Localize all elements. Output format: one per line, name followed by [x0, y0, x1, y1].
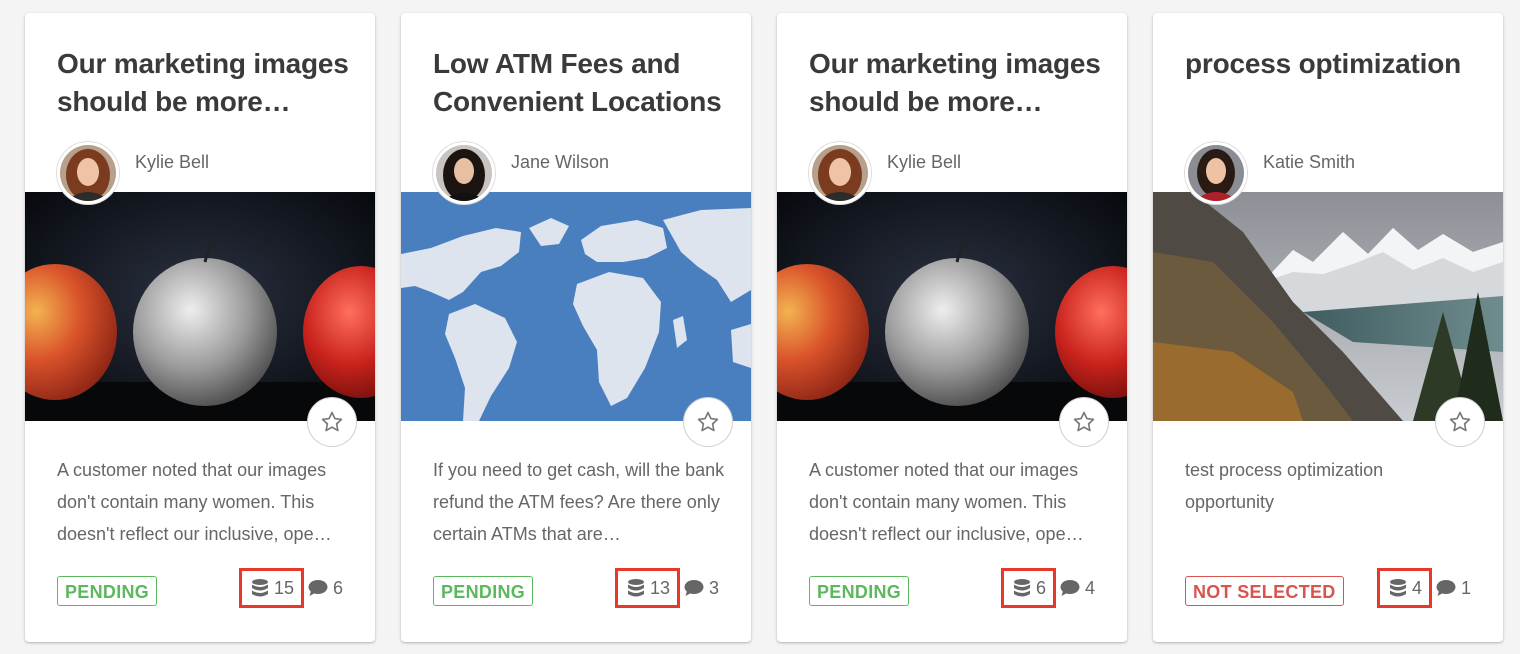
star-outline-icon [1073, 411, 1095, 432]
star-outline-icon [321, 411, 343, 432]
comment-count-button[interactable]: 1 [1436, 578, 1471, 599]
favorite-star-button[interactable] [1435, 397, 1485, 447]
card-title[interactable]: process optimization [1185, 45, 1485, 83]
star-outline-icon [697, 411, 719, 432]
data-count-button[interactable]: 15 [238, 568, 304, 608]
favorite-star-button[interactable] [1059, 397, 1109, 447]
card-title[interactable]: Our marketing images should be more… [57, 45, 357, 121]
author-name[interactable]: Kylie Bell [135, 152, 209, 173]
author-avatar [433, 142, 495, 204]
data-count-button[interactable]: 4 [1376, 568, 1432, 608]
data-count: 15 [273, 577, 294, 598]
database-icon [1389, 579, 1406, 597]
speech-bubble-icon [308, 580, 328, 596]
speech-bubble-icon [1436, 580, 1456, 596]
data-count: 6 [1035, 577, 1046, 598]
card-title[interactable]: Our marketing images should be more… [809, 45, 1109, 121]
idea-card[interactable]: Our marketing images should be more… Kyl… [777, 13, 1127, 642]
card-description: If you need to get cash, will the bank r… [433, 460, 725, 544]
status-badge: PENDING [433, 576, 534, 606]
database-icon [251, 579, 268, 597]
card-stats: 15 6 [238, 568, 343, 608]
favorite-star-button[interactable] [307, 397, 357, 447]
status-badge: PENDING [809, 576, 910, 606]
idea-card[interactable]: process optimization Katie Smith test pr… [1153, 13, 1503, 642]
card-image-apples [25, 192, 375, 421]
data-count: 13 [649, 577, 670, 598]
comment-count: 6 [332, 577, 343, 598]
idea-card-grid: Our marketing images should be more… Kyl… [0, 0, 1520, 654]
card-description: test process optimization opportunity [1185, 460, 1384, 512]
card-stats: 6 4 [1000, 568, 1095, 608]
status-badge: PENDING [57, 576, 158, 606]
author-name[interactable]: Jane Wilson [511, 152, 609, 173]
comment-count-button[interactable]: 4 [1060, 578, 1095, 599]
author-name[interactable]: Katie Smith [1263, 152, 1355, 173]
comment-count: 3 [708, 577, 719, 598]
author-avatar [809, 142, 871, 204]
comment-count-button[interactable]: 6 [308, 578, 343, 599]
card-stats: 4 1 [1376, 568, 1471, 608]
status-badge: NOT SELECTED [1185, 576, 1344, 606]
favorite-star-button[interactable] [683, 397, 733, 447]
comment-count: 1 [1460, 577, 1471, 598]
idea-card[interactable]: Low ATM Fees and Convenient Locations Ja… [401, 13, 751, 642]
speech-bubble-icon [684, 580, 704, 596]
speech-bubble-icon [1060, 580, 1080, 596]
card-image-world-map [401, 192, 751, 421]
data-count-button[interactable]: 6 [1000, 568, 1056, 608]
card-description: A customer noted that our images don't c… [809, 460, 1084, 544]
card-image-apples [777, 192, 1127, 421]
author-name[interactable]: Kylie Bell [887, 152, 961, 173]
idea-card[interactable]: Our marketing images should be more… Kyl… [25, 13, 375, 642]
author-avatar [1185, 142, 1247, 204]
card-description: A customer noted that our images don't c… [57, 460, 332, 544]
card-title[interactable]: Low ATM Fees and Convenient Locations [433, 45, 733, 121]
database-icon [1013, 579, 1030, 597]
data-count-button[interactable]: 13 [614, 568, 680, 608]
card-image-mountains [1153, 192, 1503, 421]
comment-count-button[interactable]: 3 [684, 578, 719, 599]
author-avatar [57, 142, 119, 204]
star-outline-icon [1449, 411, 1471, 432]
data-count: 4 [1411, 577, 1422, 598]
database-icon [627, 579, 644, 597]
card-stats: 13 3 [614, 568, 719, 608]
comment-count: 4 [1084, 577, 1095, 598]
